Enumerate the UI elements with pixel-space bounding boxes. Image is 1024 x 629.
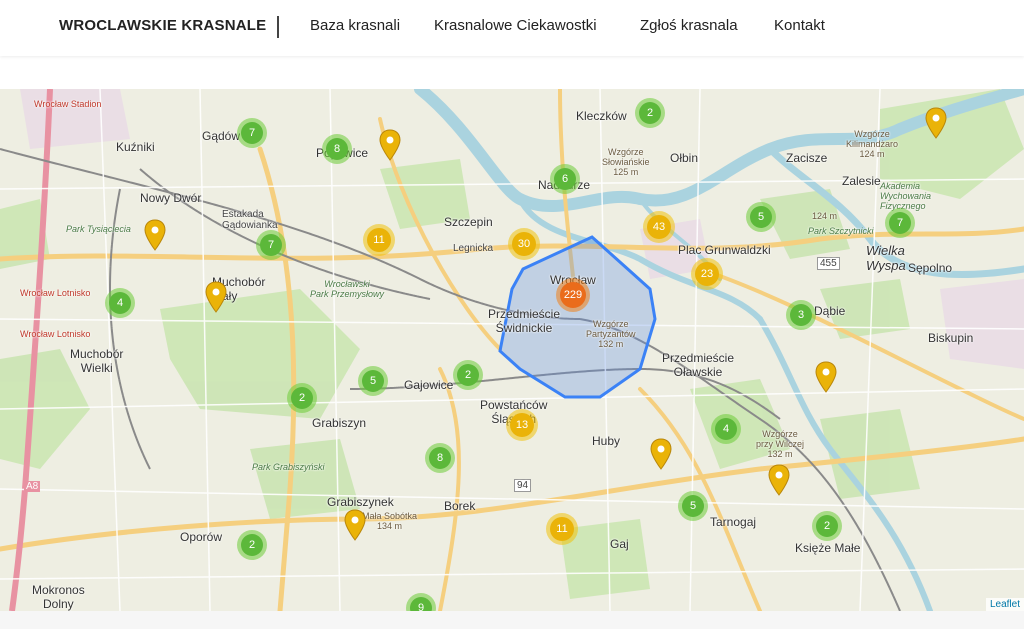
label-park-tysiaclecia: Park Tysiąclecia — [66, 224, 131, 234]
label-kleczkow: Kleczków — [576, 109, 627, 123]
location-pin-icon[interactable] — [925, 107, 947, 139]
cluster-marker[interactable]: 8 — [322, 134, 352, 164]
cluster-marker[interactable]: 2 — [812, 511, 842, 541]
cluster-marker[interactable]: 5 — [678, 491, 708, 521]
label-sepolno: Sępolno — [908, 261, 953, 275]
cluster-marker[interactable]: 7 — [885, 208, 915, 238]
cluster-marker[interactable]: 11 — [363, 224, 395, 256]
location-pin-icon[interactable] — [344, 509, 366, 541]
label-gajowice: Gajowice — [404, 378, 454, 392]
label-dabie: Dąbie — [814, 304, 846, 318]
label-muchobor-wielki: Muchobór Wielki — [70, 347, 124, 375]
label-wielka-wyspa: Wielka Wyspa — [866, 243, 906, 273]
label-grabiszynek: Grabiszynek — [327, 495, 394, 509]
label-mokronos-dolny: Mokronos Dolny — [32, 583, 85, 611]
label-plac-grunwaldzki: Plac Grunwaldzki — [678, 243, 771, 257]
cluster-marker[interactable]: 6 — [550, 164, 580, 194]
label-ksieze-male: Księże Małe — [795, 541, 861, 555]
label-przedmiescie-olawskie: Przedmieście Oławskie — [662, 351, 735, 379]
location-pin-icon[interactable] — [144, 219, 166, 251]
label-zalesie: Zalesie — [842, 174, 881, 188]
cluster-marker[interactable]: 30 — [508, 228, 540, 260]
road-shield-a8: A8 — [24, 481, 41, 492]
label-estakada: Estakada Gądowianka — [222, 209, 278, 231]
label-przedmiescie-swidnickie: Przedmieście Świdnickie — [488, 307, 561, 335]
label-nowy-dwor: Nowy Dwór — [140, 191, 202, 205]
label-park-przemyslowy: Wrocławski Park Przemysłowy — [310, 279, 385, 299]
label-gaj: Gaj — [610, 537, 629, 551]
nav-krasnalowe-ciekawostki[interactable]: Krasnalowe Ciekawostki — [434, 17, 597, 34]
cluster-marker[interactable]: 2 — [237, 530, 267, 560]
label-akademia: Akademia Wychowania Fizycznego — [880, 181, 932, 211]
cluster-marker[interactable]: 4 — [711, 414, 741, 444]
cluster-marker[interactable]: 43 — [643, 211, 675, 243]
label-mala-sobotka: Mała Sobótka 134 m — [362, 511, 418, 531]
label-borek: Borek — [444, 499, 476, 513]
label-wroclaw-lotnisko-2: Wrocław Lotnisko — [20, 329, 91, 339]
label-tarnogaj: Tarnogaj — [710, 515, 757, 529]
label-wzgorze-kilimandzaro: Wzgórze Kilimandżaro 124 m — [846, 129, 899, 159]
cluster-marker[interactable]: 11 — [546, 513, 578, 545]
cluster-marker[interactable]: 5 — [746, 202, 776, 232]
label-wzgorze-wilczej: Wzgórze przy Wilczej 132 m — [756, 429, 805, 459]
label-szczepin: Szczepin — [444, 215, 493, 229]
label-gadow: Gądów — [202, 129, 241, 143]
location-pin-icon[interactable] — [650, 438, 672, 470]
brand-divider — [277, 16, 279, 38]
label-wzgorze-slowianskie: Wzgórze Słowiańskie 125 m — [602, 147, 650, 177]
map-container[interactable]: Wrocław Stadion Gądów Kuźniki Popowice K… — [0, 89, 1024, 611]
label-kuzniki: Kuźniki — [116, 140, 155, 154]
label-wzgorze-partyzantow: Wzgórze Partyzantów 132 m — [586, 319, 636, 349]
map-tiles — [0, 89, 1024, 611]
cluster-marker[interactable]: 7 — [256, 230, 286, 260]
label-grabiszyn: Grabiszyn — [312, 416, 367, 430]
label-124m: 124 m — [812, 211, 838, 221]
cluster-marker[interactable]: 23 — [691, 258, 723, 290]
label-legnicka: Legnicka — [453, 243, 494, 254]
location-pin-icon[interactable] — [379, 129, 401, 161]
nav-zglos-krasnala[interactable]: Zgłoś krasnala — [640, 17, 738, 34]
cluster-marker[interactable]: 3 — [786, 300, 816, 330]
label-olbin: Ołbin — [670, 151, 699, 165]
top-navbar: WROCLAWSKIE KRASNALE Baza krasnali Krasn… — [0, 0, 1024, 56]
nav-kontakt[interactable]: Kontakt — [774, 17, 825, 34]
location-pin-icon[interactable] — [815, 361, 837, 393]
label-oporow: Oporów — [180, 530, 223, 544]
leaflet-attribution[interactable]: Leaflet — [985, 598, 1024, 611]
cluster-marker[interactable]: 229 — [556, 278, 590, 312]
road-shield-455: 455 — [817, 257, 840, 270]
label-biskupin: Biskupin — [928, 331, 974, 345]
location-pin-icon[interactable] — [205, 281, 227, 313]
cluster-marker[interactable]: 4 — [105, 288, 135, 318]
site-brand[interactable]: WROCLAWSKIE KRASNALE — [59, 17, 266, 34]
cluster-marker[interactable]: 13 — [506, 409, 538, 441]
label-wroclaw-stadion: Wrocław Stadion — [34, 99, 102, 109]
cluster-marker[interactable]: 8 — [425, 443, 455, 473]
label-park-szczytnicki: Park Szczytnicki — [808, 226, 874, 236]
header-spacer — [0, 56, 1024, 89]
cluster-marker[interactable]: 5 — [358, 366, 388, 396]
cluster-marker[interactable]: 7 — [237, 118, 267, 148]
nav-baza-krasnali[interactable]: Baza krasnali — [310, 17, 400, 34]
label-zacisze: Zacisze — [786, 151, 828, 165]
label-wroclaw-lotnisko: Wrocław Lotnisko — [20, 288, 91, 298]
cluster-marker[interactable]: 2 — [287, 383, 317, 413]
cluster-marker[interactable]: 2 — [635, 98, 665, 128]
label-park-grabiszynski: Park Grabiszyński — [252, 462, 325, 472]
label-huby: Huby — [592, 434, 621, 448]
cluster-marker[interactable]: 2 — [453, 360, 483, 390]
location-pin-icon[interactable] — [768, 464, 790, 496]
road-shield-94: 94 — [514, 479, 532, 492]
page-footer-strip — [0, 611, 1024, 629]
